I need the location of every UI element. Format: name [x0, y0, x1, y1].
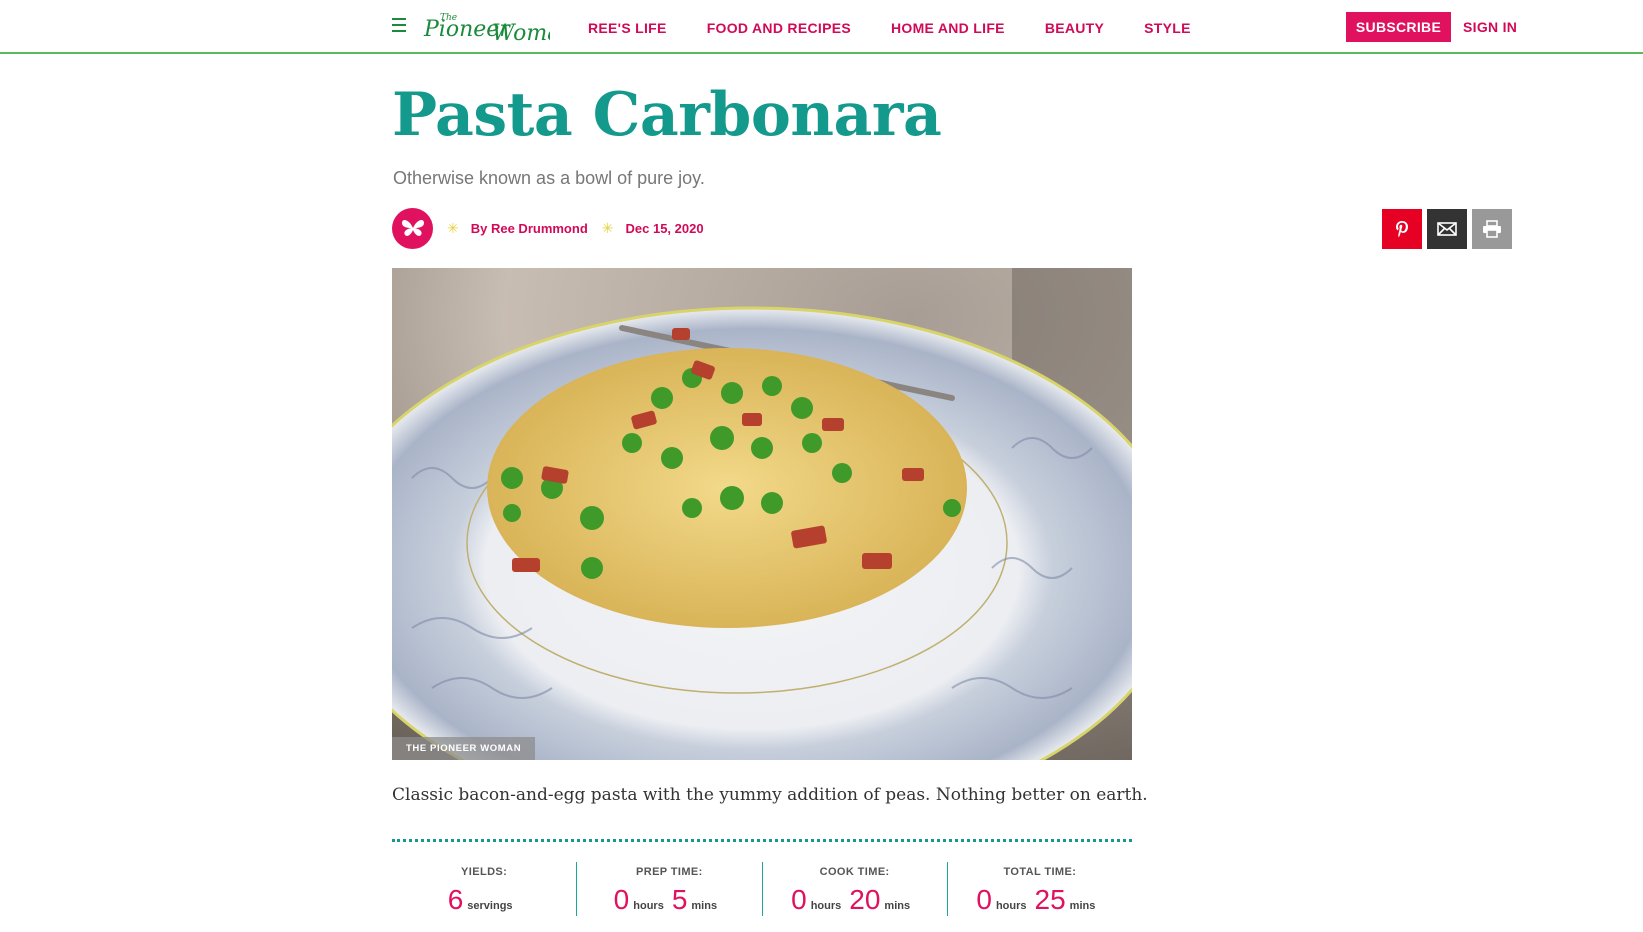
- butterfly-icon: [401, 220, 424, 236]
- recipe-stats: YIELDS: 6 servings PREP TIME: 0 hours 5 …: [392, 862, 1132, 916]
- nav-food-and-recipes[interactable]: FOOD AND RECIPES: [707, 20, 851, 36]
- page-title: Pasta Carbonara: [392, 80, 942, 150]
- cook-mins: 20: [849, 884, 881, 915]
- mins-unit: mins: [1069, 900, 1096, 912]
- site-logo[interactable]: Pioneer The Woman: [420, 8, 550, 46]
- stat-label: PREP TIME:: [635, 866, 703, 878]
- recipe-description: Classic bacon-and-egg pasta with the yum…: [392, 785, 1148, 805]
- image-credit: THE PIONEER WOMAN: [392, 737, 536, 760]
- prep-hours: 0: [613, 884, 630, 915]
- email-icon: [1437, 222, 1457, 236]
- total-mins: 25: [1034, 884, 1066, 915]
- nav-beauty[interactable]: BEAUTY: [1045, 20, 1104, 36]
- sign-in-link[interactable]: SIGN IN: [1463, 19, 1517, 35]
- author-name[interactable]: By Ree Drummond: [471, 221, 588, 236]
- prep-mins: 5: [671, 884, 688, 915]
- hours-unit: hours: [995, 900, 1027, 912]
- nav-rees-life[interactable]: REE'S LIFE: [588, 20, 667, 36]
- byline: ✳ By Ree Drummond ✳ Dec 15, 2020: [392, 207, 704, 249]
- svg-text:Woman: Woman: [492, 21, 550, 46]
- total-time-stat: TOTAL TIME: 0 hours 25 mins: [946, 862, 1132, 916]
- total-hours: 0: [976, 884, 992, 915]
- author-avatar[interactable]: [392, 207, 433, 249]
- pinterest-icon: [1396, 221, 1408, 238]
- nav-style[interactable]: STYLE: [1144, 20, 1191, 36]
- yields-unit: servings: [467, 900, 513, 912]
- nav-home-and-life[interactable]: HOME AND LIFE: [891, 20, 1005, 36]
- cook-time-stat: COOK TIME: 0 hours 20 mins: [761, 862, 947, 916]
- subscribe-button[interactable]: SUBSCRIBE: [1346, 12, 1451, 42]
- mins-unit: mins: [691, 900, 718, 912]
- print-icon: [1483, 220, 1501, 238]
- publish-date: Dec 15, 2020: [625, 220, 704, 236]
- hours-unit: hours: [633, 900, 664, 912]
- article-dek: Otherwise known as a bowl of pure joy.: [393, 168, 705, 188]
- separator-icon: ✳: [447, 219, 459, 236]
- yields-value: 6: [447, 884, 464, 915]
- main-nav: REE'S LIFE FOOD AND RECIPES HOME AND LIF…: [588, 20, 1231, 36]
- prep-time-stat: PREP TIME: 0 hours 5 mins: [576, 862, 761, 916]
- cook-hours: 0: [791, 884, 807, 915]
- separator-icon: ✳: [601, 219, 614, 236]
- pasta-carbonara-photo: [392, 268, 1132, 760]
- stat-label: COOK TIME:: [819, 866, 890, 878]
- stat-label: YIELDS:: [461, 866, 508, 878]
- pinterest-share-button[interactable]: [1382, 209, 1422, 249]
- mins-unit: mins: [884, 900, 911, 912]
- hours-unit: hours: [810, 900, 842, 912]
- stat-label: TOTAL TIME:: [1003, 866, 1077, 878]
- menu-icon[interactable]: [392, 18, 406, 32]
- svg-text:The: The: [440, 13, 457, 23]
- hero-image: THE PIONEER WOMAN: [392, 268, 1132, 760]
- dotted-divider: [392, 839, 1132, 842]
- site-header: Pioneer The Woman REE'S LIFE FOOD AND RE…: [0, 0, 1643, 54]
- email-share-button[interactable]: [1427, 209, 1467, 249]
- yields-stat: YIELDS: 6 servings: [392, 862, 576, 916]
- print-button[interactable]: [1472, 209, 1512, 249]
